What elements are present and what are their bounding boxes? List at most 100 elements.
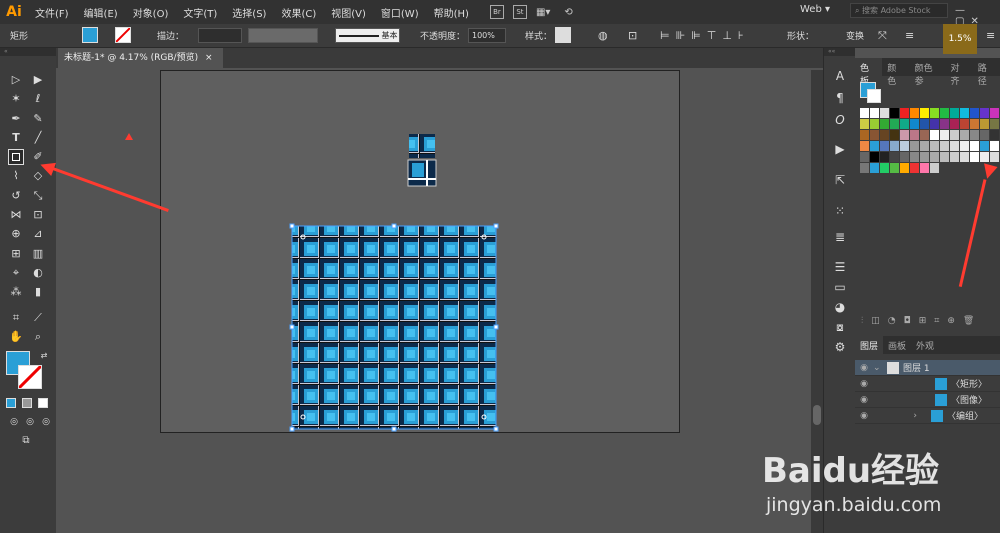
color-swatch[interactable] bbox=[910, 163, 919, 173]
toolbar-collapse-icon[interactable]: « bbox=[0, 48, 56, 56]
tab-pathfinder[interactable]: 路径 bbox=[973, 58, 1000, 87]
color-swatch[interactable] bbox=[870, 108, 879, 118]
color-swatch[interactable] bbox=[960, 163, 969, 173]
color-swatch[interactable] bbox=[960, 152, 969, 162]
color-swatch[interactable] bbox=[900, 141, 909, 151]
magic-wand-tool-icon[interactable]: ✶ bbox=[8, 91, 24, 107]
color-swatch[interactable] bbox=[920, 141, 929, 151]
swap-fill-stroke-icon[interactable]: ⇄ bbox=[36, 348, 52, 364]
transform-button[interactable]: 变换 bbox=[846, 29, 864, 42]
transform-icon[interactable]: ⤧ bbox=[878, 29, 887, 43]
scrollbar-thumb[interactable] bbox=[813, 405, 821, 425]
color-swatch[interactable] bbox=[900, 119, 909, 129]
width-tool-icon[interactable]: ⋈ bbox=[8, 207, 24, 223]
swatch-pattern-thumbnail[interactable] bbox=[407, 134, 437, 187]
shape-button[interactable]: 形状： bbox=[787, 29, 814, 42]
color-swatch[interactable] bbox=[900, 108, 909, 118]
color-swatch[interactable] bbox=[970, 152, 979, 162]
color-swatch[interactable] bbox=[890, 152, 899, 162]
rotate-tool-icon[interactable]: ↺ bbox=[8, 188, 24, 204]
actions-play-icon[interactable]: ▶ bbox=[832, 141, 848, 157]
color-swatch[interactable] bbox=[860, 152, 869, 162]
color-swatch[interactable] bbox=[890, 163, 899, 173]
symbols-panel-icon[interactable]: ⧇ bbox=[832, 319, 848, 335]
color-swatch[interactable] bbox=[890, 119, 899, 129]
color-swatch[interactable] bbox=[950, 163, 959, 173]
color-swatch[interactable] bbox=[930, 119, 939, 129]
align-buttons[interactable]: ⊨⊪⊫⊤⊥⊦ bbox=[660, 29, 750, 42]
stroke-swatch[interactable] bbox=[115, 27, 131, 43]
menu-select[interactable]: 选择(S) bbox=[232, 5, 266, 20]
color-swatch[interactable] bbox=[910, 152, 919, 162]
color-swatch[interactable] bbox=[990, 108, 999, 118]
draw-normal-icon[interactable]: ◎ bbox=[6, 414, 22, 430]
color-swatch[interactable] bbox=[990, 119, 999, 129]
stock-search-input[interactable]: ⌕ 搜索 Adobe Stock bbox=[850, 3, 948, 18]
menu-edit[interactable]: 编辑(E) bbox=[84, 5, 118, 20]
gradient-mode-icon[interactable] bbox=[22, 398, 32, 408]
rectangle-tool-icon[interactable] bbox=[8, 149, 24, 165]
color-swatch[interactable] bbox=[990, 130, 999, 140]
draw-inside-icon[interactable]: ◎ bbox=[38, 414, 54, 430]
links-icon[interactable]: ⁙ bbox=[832, 203, 848, 219]
opacity-field[interactable]: 100% bbox=[468, 28, 506, 43]
color-swatch[interactable] bbox=[870, 152, 879, 162]
mesh-tool-icon[interactable]: ⊞ bbox=[8, 246, 24, 262]
paragraph-icon[interactable]: ¶ bbox=[832, 90, 848, 106]
color-swatch[interactable] bbox=[980, 130, 989, 140]
color-mode-icon[interactable] bbox=[6, 398, 16, 408]
stock-button[interactable]: St bbox=[512, 5, 527, 19]
color-swatch[interactable] bbox=[880, 108, 889, 118]
tab-swatches[interactable]: 色板 bbox=[855, 58, 883, 87]
color-swatch[interactable] bbox=[920, 108, 929, 118]
scale-tool-icon[interactable]: ⤡ bbox=[30, 188, 46, 204]
shape-builder-tool-icon[interactable]: ⊕ bbox=[8, 226, 24, 242]
color-swatch[interactable] bbox=[870, 130, 879, 140]
color-swatch[interactable] bbox=[880, 130, 889, 140]
visibility-eye-icon[interactable]: ◉ bbox=[855, 411, 873, 421]
color-swatch[interactable] bbox=[920, 119, 929, 129]
color-swatch[interactable] bbox=[970, 130, 979, 140]
menu-file[interactable]: 文件(F) bbox=[35, 5, 69, 20]
color-swatch[interactable] bbox=[900, 130, 909, 140]
color-swatch[interactable] bbox=[940, 152, 949, 162]
tab-align[interactable]: 对齐 bbox=[945, 58, 972, 87]
color-swatch[interactable] bbox=[910, 141, 919, 151]
color-swatch[interactable] bbox=[930, 152, 939, 162]
color-swatch[interactable] bbox=[940, 163, 949, 173]
menu-view[interactable]: 视图(V) bbox=[331, 5, 366, 20]
color-swatch[interactable] bbox=[880, 141, 889, 151]
color-swatch[interactable] bbox=[930, 130, 939, 140]
draw-behind-icon[interactable]: ◎ bbox=[22, 414, 38, 430]
color-swatch[interactable] bbox=[990, 152, 999, 162]
visibility-eye-icon[interactable]: ◉ bbox=[855, 379, 873, 389]
color-swatch[interactable] bbox=[960, 141, 969, 151]
color-swatch[interactable] bbox=[950, 130, 959, 140]
tab-color-guide[interactable]: 颜色参 bbox=[910, 58, 946, 87]
menu-object[interactable]: 对象(O) bbox=[133, 5, 169, 20]
layer-row[interactable]: ◉ › 〈编组〉 bbox=[855, 408, 1000, 424]
color-swatch[interactable] bbox=[910, 108, 919, 118]
menu-window[interactable]: 窗口(W) bbox=[381, 5, 419, 20]
color-swatch[interactable] bbox=[860, 130, 869, 140]
color-swatch[interactable] bbox=[860, 119, 869, 129]
color-swatch[interactable] bbox=[950, 119, 959, 129]
gradient-panel-icon[interactable]: ▭ bbox=[832, 279, 848, 295]
color-swatch[interactable] bbox=[870, 119, 879, 129]
hand-tool-icon[interactable]: ✋ bbox=[8, 329, 24, 345]
plaid-rectangle[interactable] bbox=[289, 223, 499, 432]
document-tab[interactable]: 未标题-1* @ 4.17% (RGB/预览) × bbox=[58, 48, 223, 68]
curvature-tool-icon[interactable]: ✎ bbox=[30, 111, 46, 127]
line-tool-icon[interactable]: ╱ bbox=[30, 130, 46, 146]
stroke-panel-icon[interactable]: ☰ bbox=[832, 259, 848, 275]
color-swatch[interactable] bbox=[940, 130, 949, 140]
direct-selection-tool-icon[interactable]: ▶ bbox=[30, 72, 46, 88]
layer-row[interactable]: ◉ 〈图像〉 bbox=[855, 392, 1000, 408]
tab-color[interactable]: 颜色 bbox=[882, 58, 909, 87]
color-swatch[interactable] bbox=[890, 130, 899, 140]
color-swatch[interactable] bbox=[910, 119, 919, 129]
color-swatch[interactable] bbox=[910, 130, 919, 140]
brush-definition[interactable]: 基本 bbox=[335, 28, 400, 43]
close-icon[interactable]: × bbox=[205, 53, 213, 63]
expand-chevron-icon[interactable]: › bbox=[873, 411, 921, 421]
